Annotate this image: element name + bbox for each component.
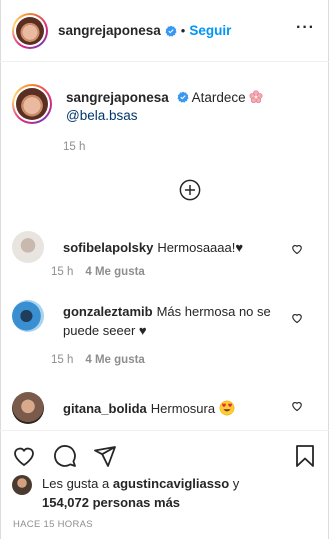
comment-meta: 15 h 4 Me gusta [51,266,145,278]
comment-text: gonzaleztamib Más hermosa no se puede see… [63,302,283,340]
author-username[interactable]: sangrejaponesa [58,23,161,38]
follow-button[interactable]: Seguir [189,23,231,38]
comment-time[interactable]: 15 h [51,354,73,366]
heart-icon[interactable] [12,444,36,468]
caption: sangrejaponesa Atardece @bela.bsas [12,84,317,125]
separator-dot: • [180,23,186,38]
comment-likes[interactable]: 4 Me gusta [85,354,144,366]
comment-icon[interactable] [53,444,77,468]
commenter-username[interactable]: gitana_bolida [63,401,147,416]
heart-eyes-emoji-icon [219,400,235,416]
author-avatar[interactable] [12,12,48,49]
commenter-avatar[interactable] [12,300,44,332]
more-options-icon[interactable]: ··· [296,20,315,36]
liker-avatar[interactable] [12,475,32,495]
action-bar [0,430,329,480]
post-timestamp[interactable]: HACE 15 HORAS [13,519,93,530]
comment-body: Hermosaaaa!♥ [157,240,244,255]
liker-username[interactable]: agustincavigliasso [113,476,229,491]
commenter-avatar[interactable] [12,392,44,424]
comment-like-icon[interactable] [291,312,303,324]
comment-likes[interactable]: 4 Me gusta [85,266,144,278]
caption-text: sangrejaponesa Atardece @bela.bsas [66,89,263,125]
comment-body: Hermosura [150,401,216,416]
commenter-avatar[interactable] [12,231,44,263]
likes-summary: Les gusta a agustincavigliasso y 154,072… [12,474,312,512]
likes-connector: y [232,476,240,491]
commenter-username[interactable]: sofibelapolsky [63,240,153,255]
comment-like-icon[interactable] [291,400,303,412]
verified-badge-icon [176,91,189,103]
comment-text: gitana_bolida Hermosura [63,399,283,418]
comment-meta: 15 h 4 Me gusta [51,354,145,366]
load-more-comments-icon[interactable] [179,179,201,201]
commenter-username[interactable]: gonzaleztamib [63,304,153,319]
caption-username[interactable]: sangrejaponesa [66,90,169,105]
likes-prefix: Les gusta a [42,476,110,491]
likes-text: Les gusta a agustincavigliasso y 154,072… [42,474,239,512]
comment-text: sofibelapolsky Hermosaaaa!♥ [63,238,283,257]
caption-avatar[interactable] [12,84,52,124]
comment-like-icon[interactable] [291,243,303,255]
cherry-blossom-icon [249,90,263,104]
verified-badge-icon [165,25,177,37]
likes-count-link[interactable]: 154,072 personas más [42,495,180,510]
send-icon[interactable] [93,444,117,468]
caption-mention-link[interactable]: @bela.bsas [66,108,138,123]
caption-body: Atardece [191,90,246,105]
post-header: sangrejaponesa • Seguir ··· [0,0,329,62]
comment-time[interactable]: 15 h [51,266,73,278]
bookmark-icon[interactable] [293,444,317,468]
caption-timestamp[interactable]: 15 h [63,141,85,153]
